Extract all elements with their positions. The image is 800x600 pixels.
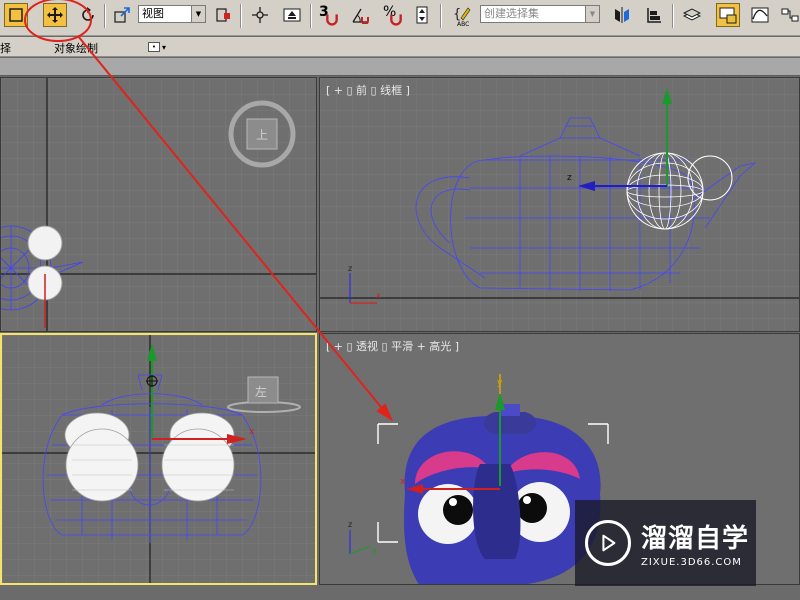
- modeling-ribbon: 择 对象绘制 • ▾: [0, 37, 800, 57]
- select-object-button[interactable]: [4, 3, 28, 27]
- ribbon-options-icon: •: [148, 42, 160, 52]
- schematic-icon: [781, 8, 799, 22]
- left-viewport[interactable]: x 左: [0, 333, 317, 585]
- view-cube-top-label[interactable]: 上: [256, 126, 268, 143]
- graphite-modeling-tools-button[interactable]: [716, 3, 740, 27]
- select-and-move-button[interactable]: [43, 3, 67, 27]
- play-logo-icon: [585, 520, 631, 566]
- rotate-icon: [82, 7, 94, 21]
- abc-label: ABC: [457, 21, 470, 28]
- toolbar-separator: [440, 4, 442, 28]
- mirror-button[interactable]: [610, 3, 634, 27]
- watermark-brand: 溜溜自学: [641, 524, 750, 554]
- align-button[interactable]: [642, 3, 666, 27]
- persp-tripod-z-label: z: [348, 520, 353, 529]
- perspective-viewport-label[interactable]: [ + ▯ 透视 ▯ 平滑 + 高光 ]: [326, 338, 459, 354]
- angle-snap-icon: [352, 8, 369, 24]
- front-tripod-x-label: x: [376, 291, 381, 300]
- manipulate-icon: [252, 7, 268, 23]
- keyboard-shortcut-override-button[interactable]: [280, 3, 304, 27]
- schematic-view-button[interactable]: [778, 3, 800, 27]
- chevron-down-icon: ▼: [191, 6, 205, 22]
- view-cube-left-label[interactable]: 左: [255, 383, 267, 400]
- toolbar-separator: [104, 4, 106, 28]
- main-toolbar: 视图 ▼ 3 % { ABC 创建选择集 ▼: [0, 0, 800, 36]
- curve-editor-button[interactable]: [748, 3, 772, 27]
- svg-text:{: {: [453, 7, 461, 22]
- selection-set-placeholder: 创建选择集: [484, 7, 539, 20]
- persp-gizmo-y-label: y: [497, 378, 503, 388]
- selection-tab-label[interactable]: 择: [0, 40, 11, 56]
- toolbar-separator: [310, 4, 312, 28]
- move-icon: [47, 7, 63, 23]
- toolbar-separator: [672, 4, 674, 28]
- front-gizmo-z-label: z: [567, 173, 572, 183]
- snaps-toggle-button[interactable]: 3: [316, 3, 340, 27]
- watermark: 溜溜自学 ZIXUE.3D66.COM: [575, 500, 756, 586]
- curve-editor-icon: [751, 7, 769, 23]
- magnet-icon: [326, 14, 338, 26]
- angle-snap-button[interactable]: [348, 3, 372, 27]
- chevron-down-icon: ▾: [162, 42, 167, 52]
- object-paint-tab[interactable]: 对象绘制: [54, 40, 98, 56]
- persp-gizmo-x-label: x: [400, 477, 406, 487]
- arrow-up-icon: [283, 8, 301, 22]
- toolbar-separator: [240, 4, 242, 28]
- use-pivot-center-button[interactable]: [212, 3, 236, 27]
- layer-manager-button[interactable]: [680, 3, 704, 27]
- mirror-icon: [615, 7, 629, 23]
- magnet-icon: [390, 14, 402, 26]
- align-icon: [647, 8, 661, 23]
- edit-named-selection-button[interactable]: { ABC: [450, 3, 474, 28]
- top-viewport[interactable]: 上: [0, 77, 317, 332]
- percent-snap-button[interactable]: %: [380, 3, 404, 27]
- top-viewport-scene: [1, 78, 316, 331]
- reference-coordinate-value: 视图: [142, 7, 164, 20]
- spinner-snap-button[interactable]: [410, 3, 434, 27]
- front-viewport[interactable]: z z x [ + ▯ 前 ▯ 线框 ]: [319, 77, 800, 332]
- left-gizmo-x-label: x: [249, 427, 255, 437]
- front-viewport-label[interactable]: [ + ▯ 前 ▯ 线框 ]: [326, 82, 410, 98]
- front-tripod-z-label: z: [348, 264, 353, 273]
- select-and-rotate-button[interactable]: [76, 3, 100, 27]
- ribbon-panel-strip: [0, 58, 800, 76]
- spinner-icon: [416, 6, 428, 24]
- select-and-scale-button[interactable]: [110, 3, 134, 27]
- chevron-down-icon: ▼: [585, 6, 599, 22]
- layers-icon: [683, 8, 701, 21]
- ribbon-options-dropdown[interactable]: • ▾: [148, 41, 170, 53]
- persp-tripod-y-label: y: [372, 546, 377, 555]
- named-selection-set-select[interactable]: 创建选择集 ▼: [480, 5, 600, 23]
- watermark-url: ZIXUE.3D66.COM: [641, 557, 742, 568]
- front-viewport-scene: [320, 78, 799, 331]
- reference-coordinate-select[interactable]: 视图 ▼: [138, 5, 206, 23]
- modeling-ribbon-icon: [719, 7, 737, 24]
- select-and-manipulate-button[interactable]: [248, 3, 272, 27]
- left-viewport-scene: [2, 335, 315, 583]
- pivot-center-icon: [216, 8, 230, 22]
- select-object-icon: [9, 8, 23, 22]
- scale-icon: [114, 7, 130, 23]
